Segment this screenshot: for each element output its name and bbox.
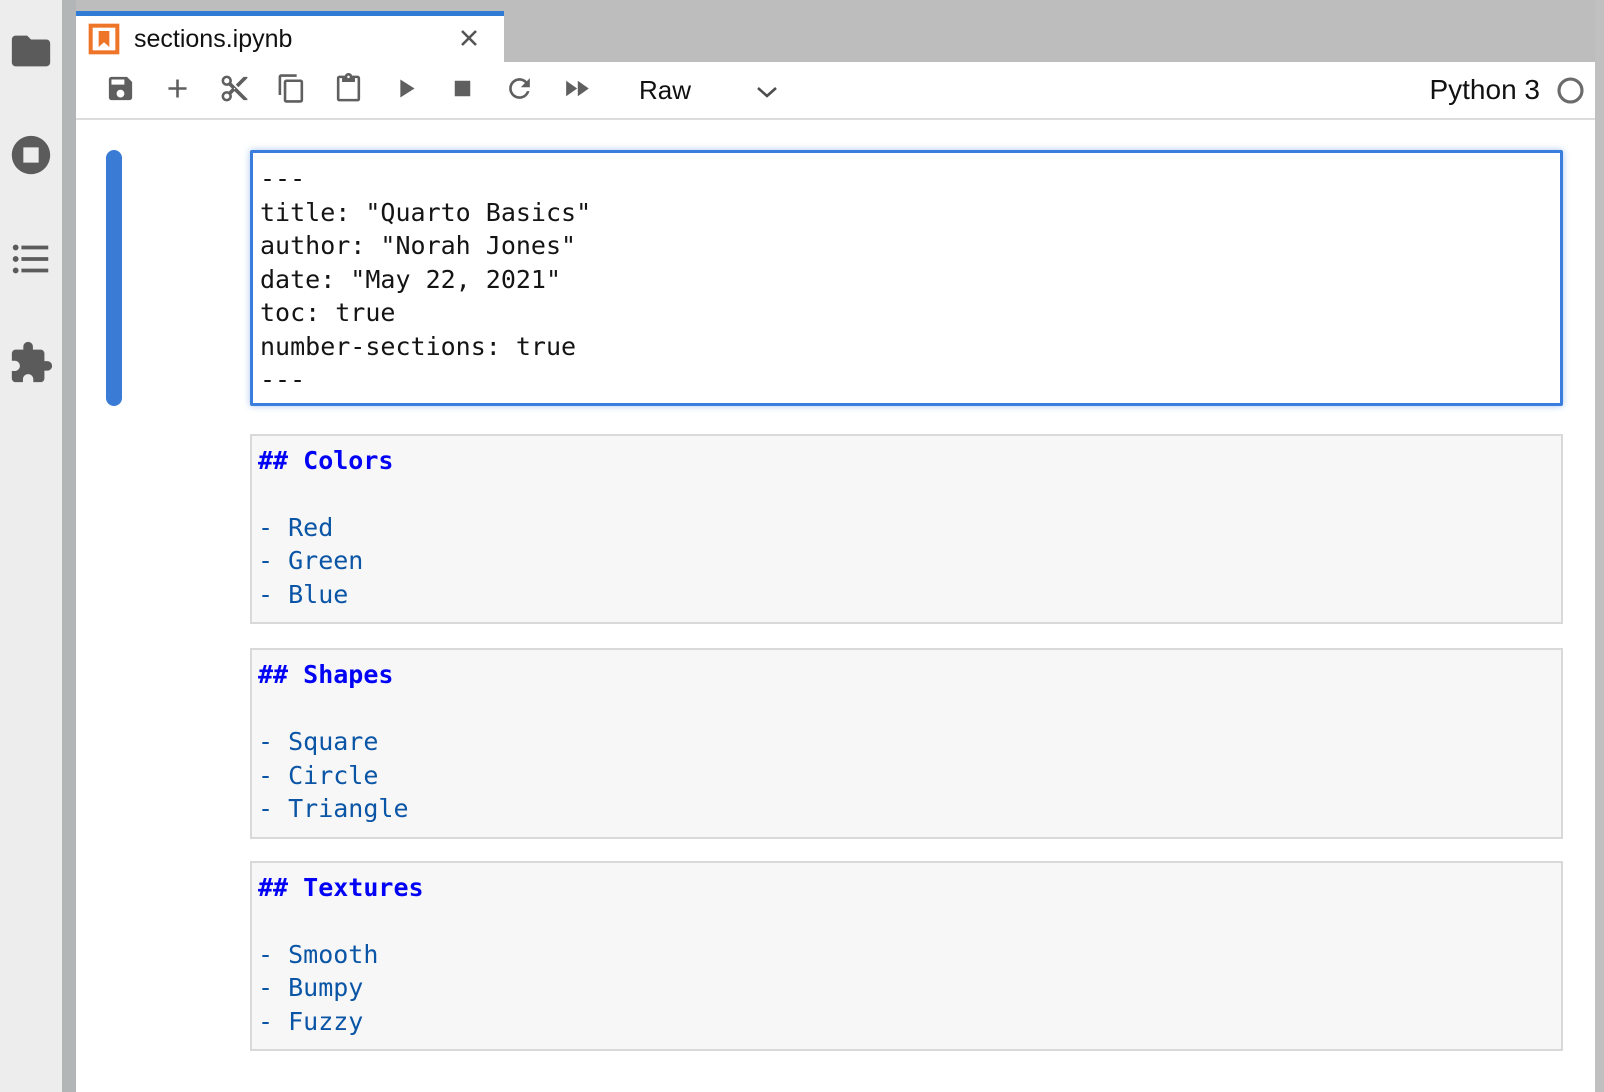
md-header-line: ## Textures <box>258 871 1551 905</box>
stop-icon <box>447 73 478 107</box>
md-list-line: - Blue <box>258 578 1551 612</box>
insert-cell-button[interactable] <box>149 68 206 112</box>
main-area: sections.ipynb <box>76 0 1595 1092</box>
notebook-file-icon <box>88 23 120 55</box>
play-icon <box>390 73 421 107</box>
md-list-line: - Smooth <box>258 938 1551 972</box>
md-list-line: - Bumpy <box>258 971 1551 1005</box>
tab-title: sections.ipynb <box>134 25 440 54</box>
code-line: date: "May 22, 2021" <box>260 263 1550 297</box>
cell-row-markdown-colors: ## Colors - Red - Green - Blue <box>76 434 1595 625</box>
cell-collapser[interactable] <box>106 434 122 625</box>
md-list-line: - Circle <box>258 759 1551 793</box>
md-list-line: - Square <box>258 725 1551 759</box>
save-button[interactable] <box>92 68 149 112</box>
code-line: --- <box>260 162 1550 196</box>
interrupt-kernel-button[interactable] <box>434 68 491 112</box>
md-header-line: ## Shapes <box>258 658 1551 692</box>
md-list-line: - Fuzzy <box>258 1005 1551 1039</box>
cell-row-markdown-textures: ## Textures - Smooth - Bumpy - Fuzzy <box>76 861 1595 1052</box>
notebook-toolbar: Raw Python 3 <box>76 62 1595 120</box>
md-header-line: ## Colors <box>258 444 1551 478</box>
puzzle-icon <box>8 340 54 389</box>
cell-collapser[interactable] <box>106 648 122 839</box>
chevron-down-icon <box>755 75 779 106</box>
jupyterlab-window: sections.ipynb <box>0 0 1604 1092</box>
restart-kernel-button[interactable] <box>491 68 548 112</box>
code-line: number-sections: true <box>260 330 1550 364</box>
tab-close-button[interactable] <box>454 24 484 54</box>
md-blank-line <box>258 692 1551 726</box>
code-line: author: "Norah Jones" <box>260 229 1550 263</box>
running-kernels-icon <box>8 132 54 181</box>
md-list-line: - Red <box>258 511 1551 545</box>
raw-cell-editor[interactable]: --- title: "Quarto Basics" author: "Nora… <box>250 150 1563 406</box>
kernel-name-button[interactable]: Python 3 <box>1429 74 1540 106</box>
cut-cells-button[interactable] <box>206 68 263 112</box>
list-icon <box>8 236 54 285</box>
md-list-line: - Triangle <box>258 792 1551 826</box>
sidebar-divider <box>62 0 76 1092</box>
code-line: toc: true <box>260 296 1550 330</box>
copy-cells-button[interactable] <box>263 68 320 112</box>
paste-cells-button[interactable] <box>320 68 377 112</box>
fast-forward-icon <box>561 73 592 107</box>
copy-icon <box>276 73 307 107</box>
notebook-panel: --- title: "Quarto Basics" author: "Nora… <box>76 120 1595 1092</box>
code-line: title: "Quarto Basics" <box>260 196 1550 230</box>
cell-collapser[interactable] <box>106 150 122 406</box>
cell-type-dropdown[interactable]: Raw <box>633 68 785 112</box>
notebook-tab[interactable]: sections.ipynb <box>76 11 504 62</box>
restart-run-all-button[interactable] <box>548 68 605 112</box>
md-blank-line <box>258 904 1551 938</box>
kernel-indicator: Python 3 <box>1429 74 1585 106</box>
plus-icon <box>162 73 193 107</box>
kernel-status-icon[interactable] <box>1556 76 1585 105</box>
dock-tab-bar: sections.ipynb <box>76 0 1595 62</box>
sidebar-item-table-of-contents[interactable] <box>7 236 55 284</box>
cell-row-markdown-shapes: ## Shapes - Square - Circle - Triangle <box>76 648 1595 839</box>
refresh-icon <box>504 73 535 107</box>
sidebar-item-running-sessions[interactable] <box>7 132 55 180</box>
run-cell-button[interactable] <box>377 68 434 112</box>
cell-row-raw: --- title: "Quarto Basics" author: "Nora… <box>76 150 1595 406</box>
sidebar-item-file-browser[interactable] <box>7 28 55 76</box>
cell-type-value: Raw <box>639 75 691 106</box>
md-blank-line <box>258 477 1551 511</box>
md-list-line: - Green <box>258 544 1551 578</box>
save-icon <box>105 73 136 107</box>
markdown-cell-editor[interactable]: ## Shapes - Square - Circle - Triangle <box>250 648 1563 839</box>
cell-collapser[interactable] <box>106 861 122 1052</box>
folder-icon <box>8 28 54 77</box>
close-icon <box>457 26 481 53</box>
sidebar-item-extensions[interactable] <box>7 340 55 388</box>
scrollbar-gutter <box>1595 0 1604 1092</box>
activity-sidebar <box>0 0 62 1092</box>
scissors-icon <box>219 73 250 107</box>
code-line: --- <box>260 363 1550 397</box>
markdown-cell-editor[interactable]: ## Colors - Red - Green - Blue <box>250 434 1563 625</box>
markdown-cell-editor[interactable]: ## Textures - Smooth - Bumpy - Fuzzy <box>250 861 1563 1052</box>
clipboard-icon <box>333 73 364 107</box>
